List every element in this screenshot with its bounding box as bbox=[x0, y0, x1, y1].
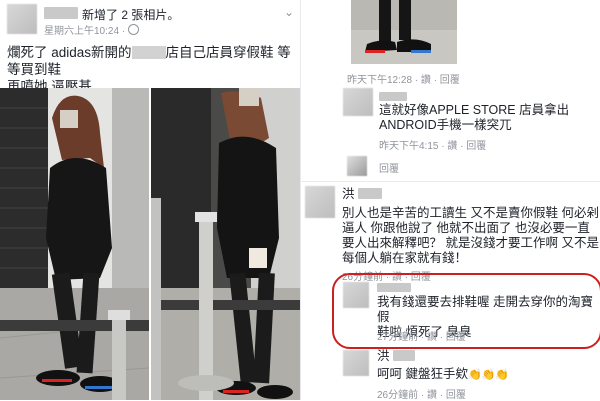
shoe-photo bbox=[351, 0, 457, 64]
comment-1-text: 這就好像APPLE STORE 店員拿出 ANDROID手機一樣突兀 bbox=[379, 103, 569, 133]
post-timestamp[interactable]: 星期六上午10:24 · bbox=[44, 22, 139, 37]
comment-3-name[interactable]: 洪 bbox=[342, 187, 382, 202]
chevron-down-icon[interactable]: ⌄ bbox=[284, 5, 294, 19]
comment-1-meta[interactable]: 昨天下午4:15 · 讚 · 回覆 bbox=[379, 137, 486, 152]
comment-3-text: 別人也是辛苦的工讀生 又不是賣你假鞋 何必剁 逼人 你跟他說了 他就不出面了 也… bbox=[342, 206, 600, 266]
comment-5-body: 呵呵 鍵盤狂手欸 bbox=[377, 367, 468, 381]
comment-5-name-redacted[interactable] bbox=[393, 350, 415, 361]
comment-5-avatar[interactable] bbox=[343, 350, 369, 376]
reply-avatar bbox=[347, 156, 367, 176]
post-header-action: 新增了 2 張相片。 bbox=[82, 8, 180, 22]
photo-2-illustration bbox=[151, 88, 300, 400]
comment-3-line3: 要人出來解釋吧？ 就是沒錢才要工作啊 又不是 bbox=[342, 236, 599, 250]
poster-name-redacted[interactable] bbox=[44, 7, 78, 19]
comment-1-line1: 這就好像APPLE STORE 店員拿出 bbox=[379, 103, 570, 117]
post-timestamp-text[interactable]: 星期六上午10:24 bbox=[44, 26, 119, 37]
comment-1-name-redacted[interactable] bbox=[379, 92, 407, 101]
clap-emoji-icon: 👏👏👏 bbox=[467, 369, 510, 381]
comment-5-name[interactable]: 洪 bbox=[377, 349, 415, 364]
comment-1-avatar[interactable] bbox=[343, 88, 373, 116]
comment-1-line2: ANDROID手機一樣突兀 bbox=[379, 118, 512, 132]
comment-3-name-prefix[interactable]: 洪 bbox=[342, 187, 355, 201]
redacted-store-name bbox=[131, 46, 166, 59]
poster-avatar[interactable] bbox=[7, 4, 37, 34]
photo-1-illustration bbox=[0, 88, 149, 400]
comment-3-line4: 每個人躺在家就有錢！ bbox=[342, 251, 468, 265]
comment-4-avatar[interactable] bbox=[343, 282, 369, 308]
comment-image-reply[interactable] bbox=[351, 0, 457, 64]
comment-5-text: 呵呵 鍵盤狂手欸👏👏👏 bbox=[377, 367, 509, 383]
comment-4-name-redacted[interactable] bbox=[377, 283, 411, 292]
comment-4-meta[interactable]: 27分鐘前 · 讚 · 回覆 bbox=[377, 328, 466, 343]
globe-icon bbox=[127, 24, 139, 35]
comment-5-meta[interactable]: 26分鐘前 · 讚 · 回覆 bbox=[377, 386, 466, 401]
post-photo-1[interactable] bbox=[0, 88, 149, 400]
comment-4-line1: 我有錢還要去排鞋喔 走開去穿你的淘寶假 bbox=[377, 295, 593, 324]
comment-3-avatar[interactable] bbox=[305, 186, 335, 218]
comments-panel: 昨天下午12:28 · 讚 · 回覆 這就好像APPLE STORE 店員拿出 … bbox=[300, 0, 600, 401]
post-body-part1: 爛死了 adidas新開的 bbox=[7, 45, 132, 60]
comment-3-line2: 逼人 你跟他說了 他就不出面了 也沒必要一直 bbox=[342, 221, 590, 235]
comment-0-meta[interactable]: 昨天下午12:28 · 讚 · 回覆 bbox=[347, 71, 460, 86]
post-photo-2[interactable] bbox=[151, 88, 300, 400]
reply-label[interactable]: 回覆 bbox=[379, 160, 399, 175]
privacy-separator: · bbox=[121, 26, 126, 37]
post-panel: 新增了 2 張相片。 ⌄ 星期六上午10:24 · 爛死了 adidas新開的店… bbox=[0, 0, 300, 400]
comment-3-name-redacted[interactable] bbox=[358, 188, 382, 199]
comment-5-name-prefix[interactable]: 洪 bbox=[377, 349, 390, 363]
comment-3-line1: 別人也是辛苦的工讀生 又不是賣你假鞋 何必剁 bbox=[342, 206, 599, 220]
comments-divider bbox=[301, 181, 600, 182]
